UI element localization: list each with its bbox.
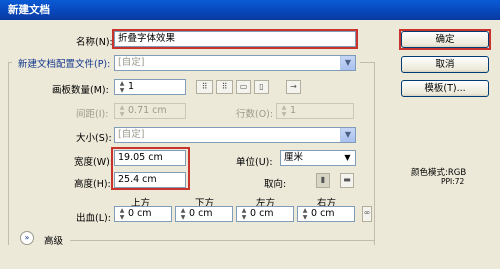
arrange-by-row-icon[interactable]: ▭ [236, 80, 251, 94]
spacing-input: ▲ ▼ 0.71 cm [114, 103, 186, 119]
grid-by-column-icon[interactable]: ⠿ [216, 80, 233, 94]
size-highlight [111, 147, 190, 190]
bleed-top-value: 0 cm [128, 208, 152, 219]
dialog-title: 新建文档 [0, 0, 500, 20]
columns-input: ▲ ▼ 1 [276, 103, 354, 119]
artboard-count-value: 1 [128, 81, 135, 92]
link-icon[interactable]: ∞ [362, 206, 372, 222]
advanced-divider [70, 240, 374, 241]
spacing-value: 0.71 cm [128, 105, 167, 116]
advanced-label[interactable]: 高级 [44, 233, 63, 247]
orientation-label: 取向: [264, 179, 287, 190]
bleed-left-input[interactable]: ▲ ▼ 0 cm [236, 206, 294, 222]
bleed-bottom-value: 0 cm [189, 208, 213, 219]
right-to-left-icon[interactable]: → [286, 80, 301, 94]
expand-icon[interactable]: » [20, 231, 34, 245]
ppi-info: PPI:72 [441, 177, 465, 186]
spinner-icon[interactable]: ▲ ▼ [118, 207, 126, 221]
size-select[interactable]: [自定] ▼ [114, 127, 356, 143]
columns-value: 1 [290, 105, 297, 116]
size-value: [自定] [118, 129, 145, 140]
artboard-count-input[interactable]: ▲ ▼ 1 [114, 79, 186, 95]
spacing-label: 间距(I): [76, 109, 109, 120]
arrange-by-column-icon[interactable]: ▯ [254, 80, 269, 94]
ok-highlight [399, 29, 491, 50]
spinner-icon: ▲ ▼ [281, 104, 287, 118]
artboard-count-label: 画板数量(M): [52, 85, 109, 96]
group-border-vertical-right [374, 62, 375, 245]
profile-select[interactable]: [自定] ▼ [114, 55, 356, 71]
units-select[interactable]: 厘米 ▼ [280, 150, 356, 166]
chevron-down-icon: ▼ [340, 128, 355, 142]
grid-by-row-icon[interactable]: ⠿ [196, 80, 213, 94]
height-label: 高度(H): [74, 179, 111, 190]
profile-label: 新建文档配置文件(P): [18, 59, 111, 70]
spinner-icon[interactable]: ▲ ▼ [301, 207, 309, 221]
size-label: 大小(S): [76, 133, 112, 144]
units-value: 厘米 [284, 152, 304, 163]
spinner-icon[interactable]: ▲ ▼ [240, 207, 248, 221]
spinner-icon: ▲ ▼ [119, 104, 125, 118]
chevron-down-icon: ▼ [340, 151, 355, 165]
bleed-right-input[interactable]: ▲ ▼ 0 cm [297, 206, 355, 222]
name-highlight [112, 29, 358, 49]
name-label: 名称(N): [76, 37, 113, 48]
columns-label: 行数(O): [236, 109, 274, 120]
width-label: 宽度(W): [74, 157, 114, 168]
spinner-icon[interactable]: ▲ ▼ [179, 207, 187, 221]
profile-value: [自定] [118, 57, 145, 68]
templates-button[interactable]: 模板(T)... [401, 80, 489, 97]
portrait-icon[interactable]: ▮ [316, 173, 330, 188]
chevron-down-icon: ▼ [340, 56, 355, 70]
bleed-right-value: 0 cm [311, 208, 335, 219]
landscape-icon[interactable]: ▬ [340, 173, 354, 188]
spinner-icon[interactable]: ▲ ▼ [118, 80, 126, 94]
bleed-left-value: 0 cm [250, 208, 274, 219]
bleed-top-input[interactable]: ▲ ▼ 0 cm [114, 206, 172, 222]
group-border-vertical [8, 62, 9, 245]
units-label: 单位(U): [236, 157, 273, 168]
cancel-button[interactable]: 取消 [401, 56, 489, 73]
bleed-bottom-input[interactable]: ▲ ▼ 0 cm [175, 206, 233, 222]
bleed-label: 出血(L): [76, 213, 111, 224]
group-border-right [360, 62, 374, 63]
